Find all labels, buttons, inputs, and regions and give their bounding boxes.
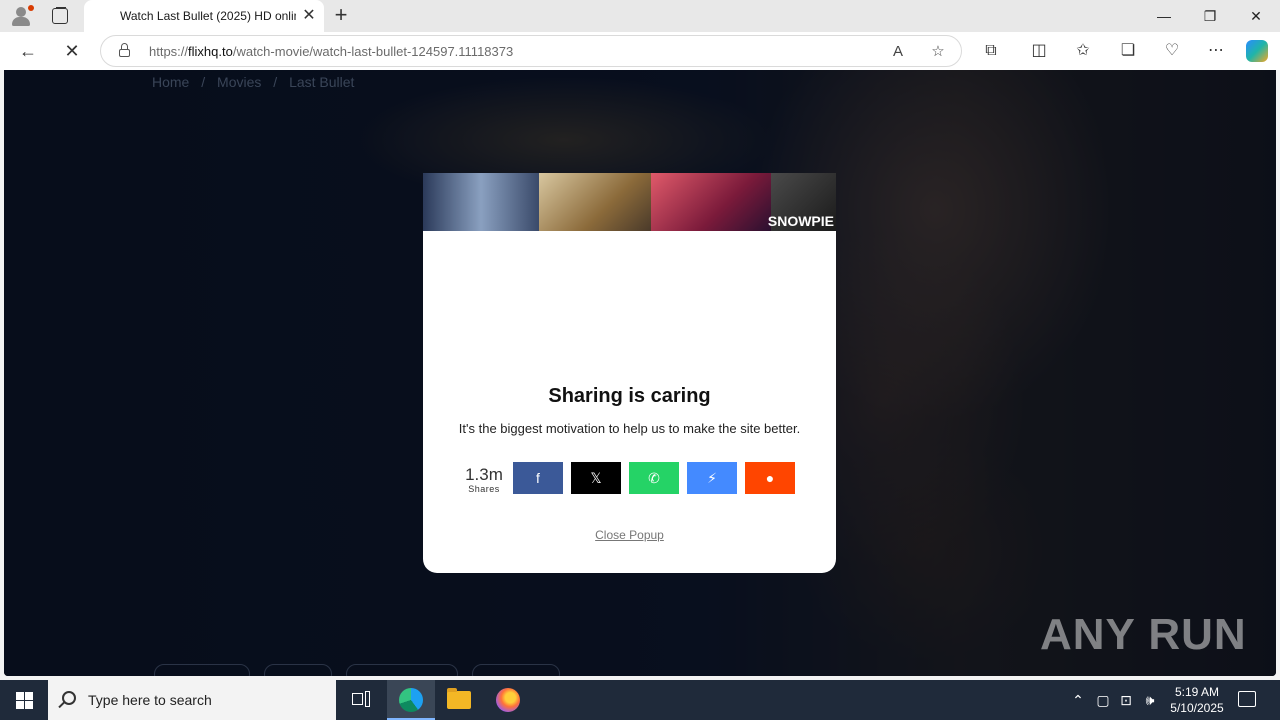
facebook-icon: f	[536, 470, 540, 486]
messenger-icon: ⚡	[707, 469, 717, 486]
whatsapp-icon: ✆	[648, 469, 660, 486]
breadcrumb: Home / Movies / Last Bullet	[152, 74, 355, 90]
share-whatsapp-button[interactable]: ✆	[629, 462, 679, 494]
copilot-icon[interactable]	[1246, 40, 1268, 62]
taskbar-search-placeholder: Type here to search	[88, 692, 212, 708]
read-aloud-icon[interactable]: A	[889, 43, 907, 61]
windows-taskbar: Type here to search ⌃ ▢ ⊡ 🕪 5:19 AM 5/10…	[0, 680, 1280, 720]
meet-now-icon[interactable]: ▢	[1093, 690, 1113, 710]
share-facebook-button[interactable]: f	[513, 462, 563, 494]
tag-pill[interactable]	[346, 664, 458, 676]
edge-icon	[399, 688, 423, 712]
firefox-icon	[496, 688, 520, 712]
tag-pill[interactable]	[264, 664, 332, 676]
tab-close-icon[interactable]: ✕	[300, 7, 318, 25]
share-reddit-button[interactable]: ●	[745, 462, 795, 494]
breadcrumb-current: Last Bullet	[289, 74, 355, 90]
notification-center-icon[interactable]	[1238, 691, 1256, 707]
extensions-icon[interactable]: ⧉	[981, 41, 1001, 61]
url-text[interactable]: https://flixhq.to/watch-movie/watch-last…	[149, 44, 513, 59]
address-bar[interactable]: https://flixhq.to/watch-movie/watch-last…	[100, 35, 962, 67]
x-icon: 𝕏	[590, 469, 602, 486]
file-explorer-icon	[447, 688, 471, 709]
network-icon[interactable]: ⊡	[1116, 690, 1136, 710]
share-count-label: Shares	[468, 484, 500, 494]
reddit-icon: ●	[765, 470, 775, 486]
lock-icon[interactable]	[119, 43, 130, 57]
browser-essentials-icon[interactable]: ♡	[1162, 41, 1182, 61]
share-x-button[interactable]: 𝕏	[571, 462, 621, 494]
share-count-value: 1.3m	[465, 465, 503, 484]
taskbar-clock[interactable]: 5:19 AM 5/10/2025	[1162, 684, 1232, 716]
stop-loading-icon[interactable]: ✕	[61, 40, 83, 62]
clock-time: 5:19 AM	[1174, 685, 1220, 699]
more-menu-icon[interactable]: ⋯	[1206, 41, 1226, 61]
breadcrumb-movies[interactable]: Movies	[217, 74, 261, 90]
banner-poster-title: SNOWPIE	[767, 213, 834, 229]
search-icon	[62, 691, 76, 705]
show-hidden-icons-chevron-icon[interactable]: ⌃	[1068, 690, 1088, 710]
browser-tab-strip: Watch Last Bullet (2025) HD onlin ✕ + — …	[0, 0, 1280, 32]
taskbar-firefox-button[interactable]	[484, 680, 532, 720]
browser-toolbar: ← ✕ https://flixhq.to/watch-movie/watch-…	[0, 32, 1280, 70]
tag-pill[interactable]	[472, 664, 560, 676]
popup-subtitle: It's the biggest motivation to help us t…	[458, 421, 801, 436]
share-count: 1.3m Shares	[461, 465, 507, 495]
popup-title: Sharing is caring	[548, 385, 711, 407]
browser-tab-active[interactable]: Watch Last Bullet (2025) HD onlin ✕	[84, 0, 324, 32]
new-tab-button[interactable]: +	[330, 4, 352, 26]
favorites-icon[interactable]: ✩	[1073, 41, 1093, 61]
share-popup: SNOWPIE Sharing is caring It's the bigge…	[423, 173, 836, 573]
taskbar-edge-button[interactable]	[387, 680, 435, 720]
close-popup-link[interactable]: Close Popup	[423, 528, 836, 542]
windows-start-icon[interactable]	[16, 692, 33, 709]
breadcrumb-home[interactable]: Home	[152, 74, 189, 90]
restore-button[interactable]: ❐	[1187, 0, 1233, 32]
clock-date: 5/10/2025	[1170, 701, 1224, 715]
close-window-button[interactable]: ✕	[1233, 0, 1279, 32]
minimize-button[interactable]: —	[1141, 0, 1187, 32]
anyrun-watermark: ANY RUN	[1040, 610, 1247, 659]
page-viewport: Home / Movies / Last Bullet ANY RUN SNOW…	[4, 70, 1276, 676]
volume-icon[interactable]: 🕪	[1140, 690, 1160, 710]
profile-avatar-icon[interactable]	[10, 5, 34, 27]
tag-pill[interactable]	[154, 664, 250, 676]
page-tags	[154, 664, 574, 676]
tab-title: Watch Last Bullet (2025) HD onlin	[120, 9, 296, 23]
back-arrow-icon[interactable]: ←	[17, 40, 39, 62]
favorite-star-icon[interactable]: ☆	[929, 43, 947, 61]
collections-icon[interactable]: ❏	[1118, 41, 1138, 61]
taskbar-explorer-button[interactable]	[435, 680, 483, 720]
split-screen-icon[interactable]: ◫	[1029, 41, 1049, 61]
task-view-icon[interactable]	[352, 691, 370, 709]
share-messenger-button[interactable]: ⚡	[687, 462, 737, 494]
popup-banner-image: SNOWPIE	[423, 173, 836, 231]
tab-actions-icon[interactable]	[52, 7, 68, 24]
taskbar-search-box[interactable]: Type here to search	[48, 680, 336, 720]
